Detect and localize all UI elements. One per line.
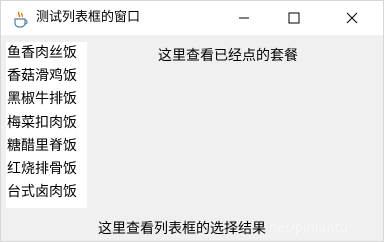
title-bar[interactable]: 测试列表框的窗口: [1, 1, 383, 35]
list-item[interactable]: 梅菜扣肉饭: [6, 112, 87, 135]
java-coffee-icon: [12, 10, 30, 28]
meal-list[interactable]: 鱼香肉丝饭 香菇滑鸡饭 黑椒牛排饭 梅菜扣肉饭 糖醋里脊饭 红烧排骨饭 台式卤肉…: [6, 42, 87, 208]
window-title: 测试列表框的窗口: [36, 10, 141, 25]
close-icon: [346, 9, 358, 28]
maximize-icon: [288, 9, 300, 28]
minimize-icon: [238, 9, 250, 28]
maximize-button[interactable]: [271, 1, 317, 35]
list-item[interactable]: 鱼香肉丝饭: [6, 42, 87, 65]
list-item[interactable]: 糖醋里脊饭: [6, 135, 87, 158]
ordered-meal-label: 这里查看已经点的套餐: [158, 48, 298, 64]
minimize-button[interactable]: [221, 1, 267, 35]
close-button[interactable]: [329, 1, 375, 35]
list-item[interactable]: 黑椒牛排饭: [6, 88, 87, 111]
app-window: 测试列表框的窗口 鱼香肉丝饭 香菇滑鸡饭 黑椒牛排饭 梅菜扣肉饭 糖醋里脊饭 红…: [0, 0, 384, 242]
watermark: net/pinlantu: [269, 221, 348, 236]
list-item[interactable]: 香菇滑鸡饭: [6, 65, 87, 88]
selection-result-label: 这里查看列表框的选择结果: [98, 221, 266, 237]
list-item[interactable]: 台式卤肉饭: [6, 181, 87, 204]
list-item[interactable]: 红烧排骨饭: [6, 158, 87, 181]
